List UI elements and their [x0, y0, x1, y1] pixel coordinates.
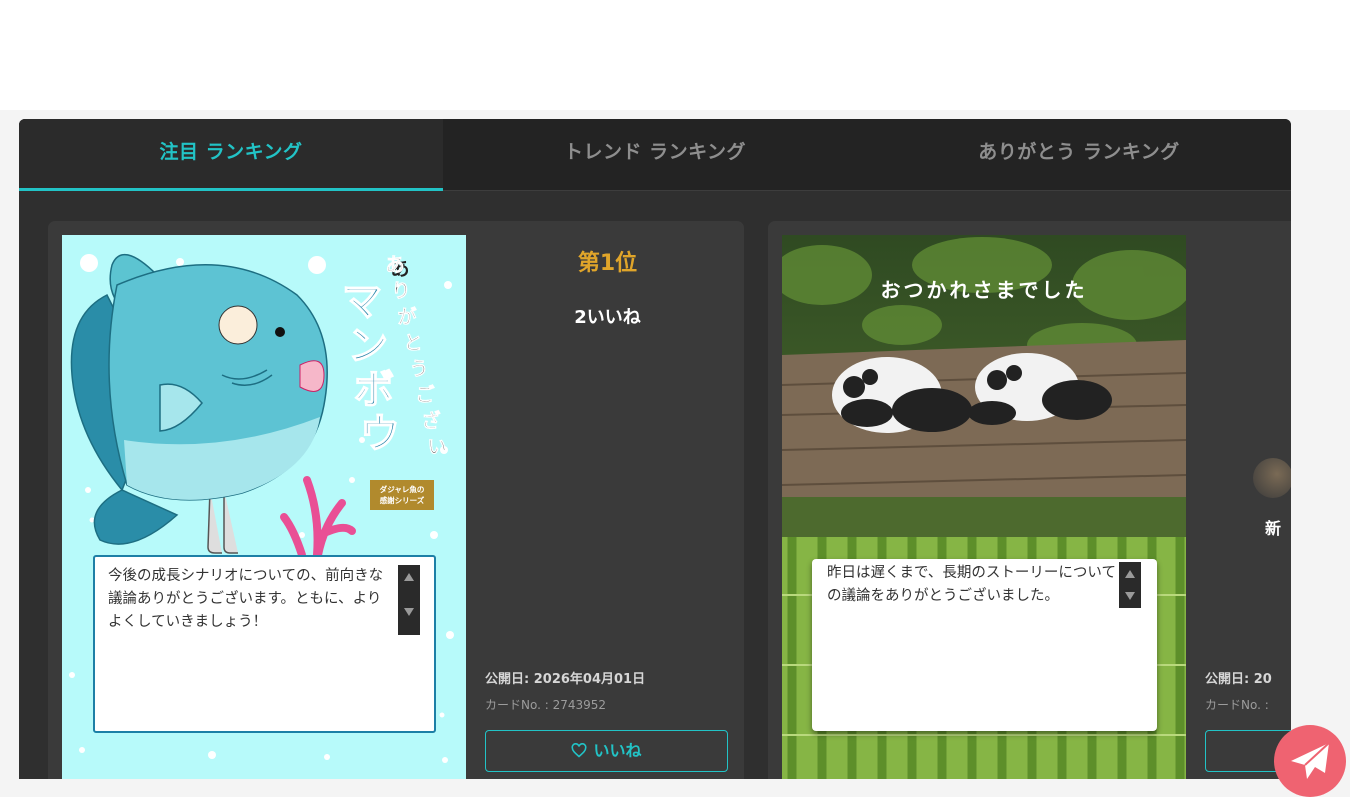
- like-button-label: いいね: [593, 741, 642, 760]
- rank-label: 第1位: [577, 251, 638, 276]
- card-message-text: 今後の成長シナリオについての、前向きな議論ありがとうございます。ともに、よりよく…: [108, 568, 384, 630]
- card-message-box[interactable]: 今後の成長シナリオについての、前向きな議論ありがとうございます。ともに、よりよく…: [93, 555, 436, 733]
- tab-attention-ranking[interactable]: 注目 ランキング: [19, 119, 443, 191]
- ranking-panel: 注目 ランキング トレンド ランキング ありがとう ランキング あ ありがとうご…: [19, 119, 1291, 779]
- badge-text-line1: ダジャレ魚の: [380, 484, 425, 494]
- published-date: 公開日: 20: [1205, 672, 1272, 687]
- card-message-box[interactable]: 昨日は遅くまで、長期のストーリーについての議論をありがとうございました。: [812, 559, 1157, 731]
- card-image-sunfish[interactable]: あ ありがとうござい マンボウ ダジャレ魚の 感謝シリーズ 今後の成長シナリオにつ…: [62, 235, 466, 779]
- published-date: 公開日: 2026年04月01日: [485, 672, 646, 687]
- ranking-card: あ ありがとうござい マンボウ ダジャレ魚の 感謝シリーズ 今後の成長シナリオにつ…: [48, 221, 744, 779]
- scroll-down-icon[interactable]: [1124, 591, 1136, 601]
- badge-text-line2: 感謝シリーズ: [380, 495, 425, 505]
- paper-plane-icon: [1291, 742, 1330, 779]
- card-number: カードNo. :: [1205, 698, 1269, 712]
- heart-icon: [572, 742, 587, 758]
- like-button[interactable]: いいね: [485, 730, 728, 772]
- author-avatar: [1253, 458, 1291, 498]
- ranking-tabs: 注目 ランキング トレンド ランキング ありがとう ランキング: [19, 119, 1291, 191]
- scroll-up-icon[interactable]: [403, 572, 415, 582]
- like-count: 2いいね: [574, 307, 641, 328]
- tab-thanks-ranking[interactable]: ありがとう ランキング: [867, 119, 1291, 190]
- scroll-down-icon[interactable]: [403, 607, 415, 617]
- card-message-text: 昨日は遅くまで、長期のストーリーについての議論をありがとうございました。: [827, 565, 1116, 604]
- tab-trend-ranking[interactable]: トレンド ランキング: [443, 119, 867, 190]
- top-header: [0, 0, 1350, 110]
- message-scrollbar[interactable]: [1119, 562, 1141, 608]
- card-image-panda[interactable]: おつかれさまでした 昨日は遅くまで、長期のストーリーについての議論をありがとうご…: [782, 235, 1186, 779]
- author-name: 新: [1265, 519, 1282, 538]
- send-card-button[interactable]: [1274, 725, 1346, 797]
- card-info: 第1位 2いいね 公開日: 2026年04月01日 カードNo. : 27439…: [485, 235, 730, 779]
- panda-caption: おつかれさまでした: [881, 278, 1088, 302]
- scroll-up-icon[interactable]: [1124, 569, 1136, 579]
- ranking-card: おつかれさまでした 昨日は遅くまで、長期のストーリーについての議論をありがとうご…: [768, 221, 1291, 779]
- message-scrollbar[interactable]: [398, 565, 420, 635]
- card-number: カードNo. : 2743952: [485, 698, 607, 712]
- card-info: 新 公開日: 20 カードNo. :: [1205, 235, 1291, 779]
